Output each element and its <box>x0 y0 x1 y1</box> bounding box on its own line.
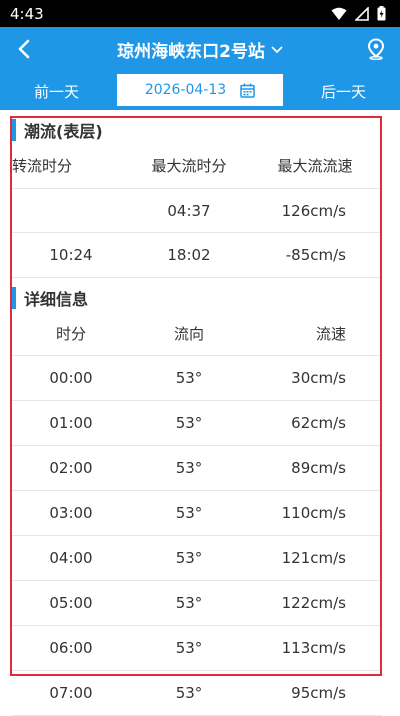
detail-cell: 53° <box>175 684 203 702</box>
detail-row: 07:00 53° 95cm/s <box>12 671 382 716</box>
detail-cell: 53° <box>175 369 203 387</box>
detail-row: 00:00 53° 30cm/s <box>12 356 382 401</box>
detail-cell: 110cm/s <box>281 504 346 522</box>
tide-section-title: 潮流(表层) <box>12 119 103 141</box>
tide-cell: -85cm/s <box>285 246 346 264</box>
page-title: 琼州海峡东口2号站 <box>117 42 265 62</box>
back-button[interactable] <box>10 35 38 63</box>
tide-row: 10:24 18:02 -85cm/s <box>12 233 382 278</box>
date-value: 2026-04-13 <box>144 82 227 98</box>
tide-header-row: 转流时分 最大流时分 最大流流速 <box>12 143 382 188</box>
date-bar: 前一天 2026-04-13 后一天 <box>0 72 400 110</box>
detail-row: 06:00 53° 113cm/s <box>12 626 382 671</box>
detail-section-title: 详细信息 <box>12 287 88 309</box>
tide-cell: 10:24 <box>49 246 93 264</box>
station-selector[interactable]: 琼州海峡东口2号站 <box>117 37 283 62</box>
app-bar: 琼州海峡东口2号站 <box>0 27 400 72</box>
date-picker[interactable]: 2026-04-13 <box>117 74 283 106</box>
status-bar: 4:43 <box>0 0 400 27</box>
detail-cell: 53° <box>175 504 203 522</box>
tide-cell: 126cm/s <box>281 201 346 220</box>
detail-cell: 05:00 <box>49 594 93 612</box>
detail-cell: 95cm/s <box>291 684 346 702</box>
battery-icon <box>377 6 386 21</box>
detail-cell: 53° <box>175 549 203 567</box>
tide-header-cell: 最大流流速 <box>277 157 353 175</box>
wifi-icon <box>331 7 347 20</box>
tide-cell: 18:02 <box>167 246 211 264</box>
detail-cell: 06:00 <box>49 639 93 657</box>
detail-row: 05:00 53° 122cm/s <box>12 581 382 626</box>
detail-cell: 53° <box>175 639 203 657</box>
detail-cell: 02:00 <box>49 459 93 477</box>
tide-row: 04:37 126cm/s <box>12 188 382 233</box>
detail-row: 03:00 53° 110cm/s <box>12 491 382 536</box>
tide-cell: 04:37 <box>167 201 211 220</box>
detail-cell: 53° <box>175 594 203 612</box>
detail-cell: 89cm/s <box>291 459 346 477</box>
calendar-icon <box>240 83 255 98</box>
detail-header-row: 时分 流向 流速 <box>12 311 382 356</box>
location-pin-icon <box>367 38 385 60</box>
detail-cell: 04:00 <box>49 549 93 567</box>
detail-cell: 121cm/s <box>281 549 346 567</box>
detail-cell: 30cm/s <box>291 369 346 387</box>
detail-cell: 03:00 <box>49 504 93 522</box>
tide-header-cell: 最大流时分 <box>151 157 227 175</box>
tide-header-cell: 转流时分 <box>12 157 73 175</box>
detail-row: 01:00 53° 62cm/s <box>12 401 382 446</box>
detail-header-cell: 流速 <box>315 324 346 343</box>
status-time: 4:43 <box>10 4 44 23</box>
location-button[interactable] <box>362 35 390 63</box>
chevron-left-icon <box>18 39 30 59</box>
detail-header-cell: 时分 <box>55 324 86 343</box>
detail-row: 04:00 53° 121cm/s <box>12 536 382 581</box>
prev-day-button[interactable]: 前一天 <box>34 81 79 102</box>
signal-icon <box>355 6 369 21</box>
detail-cell: 122cm/s <box>281 594 346 612</box>
detail-cell: 62cm/s <box>291 414 346 432</box>
chevron-down-icon <box>271 46 283 53</box>
detail-cell: 113cm/s <box>281 639 346 657</box>
detail-cell: 01:00 <box>49 414 93 432</box>
detail-row: 02:00 53° 89cm/s <box>12 446 382 491</box>
detail-cell: 53° <box>175 459 203 477</box>
next-day-button[interactable]: 后一天 <box>321 81 366 102</box>
detail-cell: 07:00 <box>49 684 93 702</box>
detail-header-cell: 流向 <box>173 324 204 343</box>
detail-cell: 53° <box>175 414 203 432</box>
status-icons <box>331 6 386 21</box>
content-area[interactable]: 潮流(表层) 转流时分 最大流时分 最大流流速 04:37 126cm/s 10… <box>0 110 400 716</box>
detail-cell: 00:00 <box>49 369 93 387</box>
